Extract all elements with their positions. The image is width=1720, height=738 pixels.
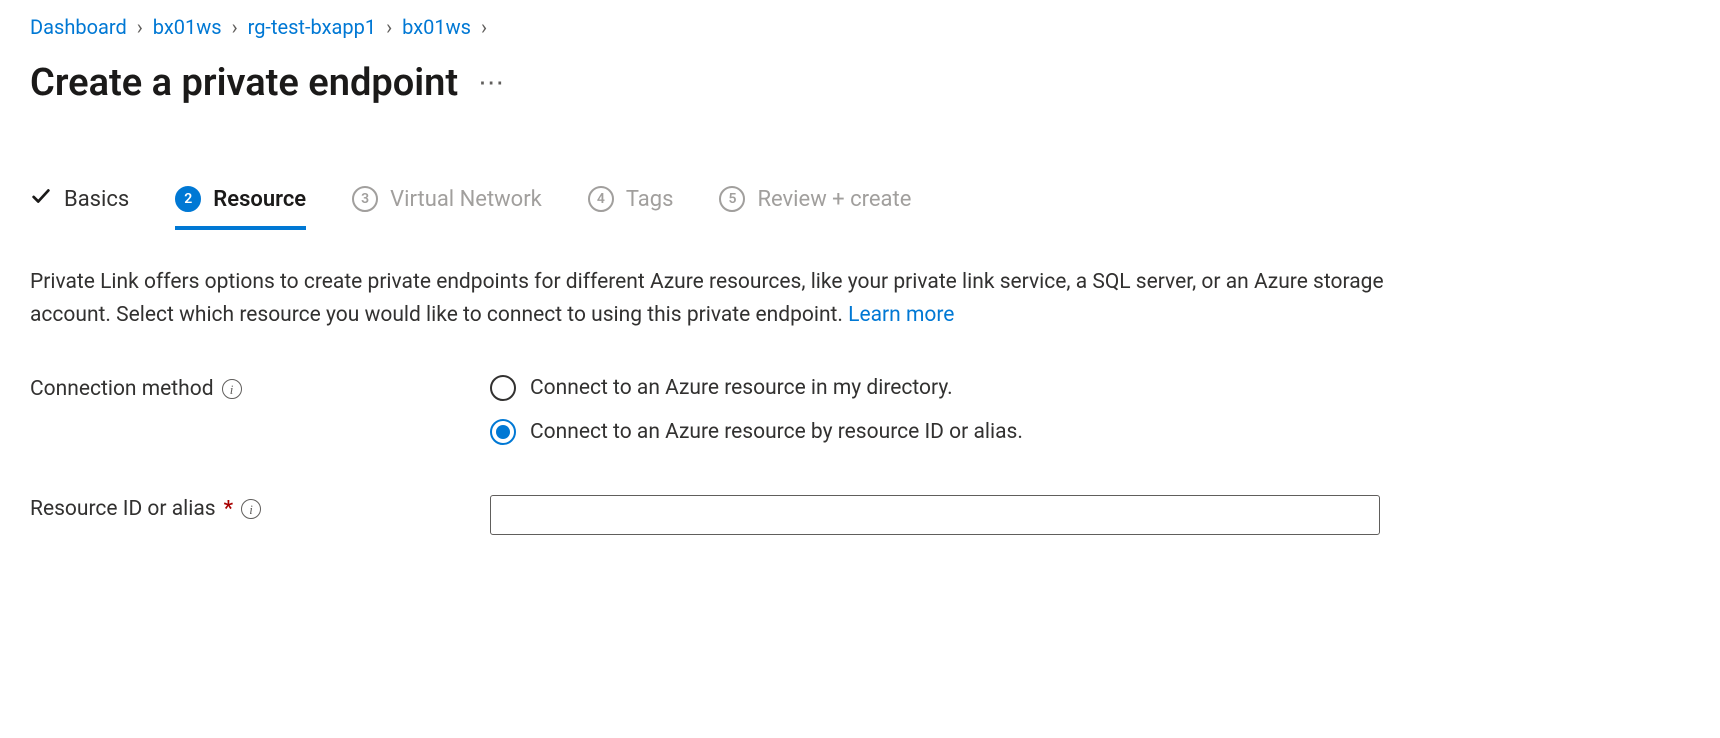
radio-icon-unselected [490, 375, 516, 401]
page-title: Create a private endpoint [30, 61, 458, 105]
chevron-right-icon: › [386, 15, 392, 39]
tab-tags[interactable]: 4 Tags [588, 186, 674, 230]
learn-more-link[interactable]: Learn more [848, 303, 954, 327]
step-badge: 2 [175, 186, 201, 212]
tab-review-create[interactable]: 5 Review + create [719, 186, 911, 230]
info-icon[interactable]: i [241, 499, 261, 519]
radio-connect-resource-id[interactable]: Connect to an Azure resource by resource… [490, 419, 1380, 445]
tab-basics[interactable]: Basics [30, 185, 129, 231]
info-icon[interactable]: i [222, 379, 242, 399]
tab-virtual-network[interactable]: 3 Virtual Network [352, 186, 542, 230]
description-text: Private Link offers options to create pr… [30, 270, 1384, 327]
step-badge: 5 [719, 186, 745, 212]
connection-method-radio-group: Connect to an Azure resource in my direc… [490, 375, 1380, 445]
step-badge: 3 [352, 186, 378, 212]
label-text: Connection method [30, 377, 214, 401]
form-row-resource-id: Resource ID or alias * i [30, 495, 1690, 535]
tab-label: Tags [626, 187, 674, 212]
radio-label: Connect to an Azure resource by resource… [530, 420, 1023, 444]
radio-label: Connect to an Azure resource in my direc… [530, 376, 953, 400]
breadcrumb-link-bx01ws-2[interactable]: bx01ws [402, 15, 471, 39]
chevron-right-icon: › [137, 15, 143, 39]
form-label-connection-method: Connection method i [30, 375, 490, 401]
form-label-resource-id: Resource ID or alias * i [30, 495, 490, 521]
breadcrumb-link-bx01ws-1[interactable]: bx01ws [153, 15, 222, 39]
page-header: Create a private endpoint ⋯ [30, 61, 1690, 105]
tab-label: Virtual Network [390, 187, 542, 212]
form-row-connection-method: Connection method i Connect to an Azure … [30, 375, 1690, 445]
check-icon [30, 185, 52, 213]
section-description: Private Link offers options to create pr… [30, 266, 1390, 331]
radio-dot-icon [496, 425, 510, 439]
radio-connect-directory[interactable]: Connect to an Azure resource in my direc… [490, 375, 1380, 401]
label-text: Resource ID or alias [30, 497, 216, 521]
step-badge: 4 [588, 186, 614, 212]
breadcrumb: Dashboard › bx01ws › rg-test-bxapp1 › bx… [30, 15, 1690, 39]
radio-icon-selected [490, 419, 516, 445]
tab-resource[interactable]: 2 Resource [175, 186, 306, 230]
tab-label: Resource [213, 187, 306, 212]
more-icon[interactable]: ⋯ [478, 70, 506, 96]
tab-label: Basics [64, 187, 129, 212]
required-indicator: * [224, 497, 233, 521]
breadcrumb-link-dashboard[interactable]: Dashboard [30, 15, 127, 39]
chevron-right-icon: › [481, 15, 487, 39]
tab-label: Review + create [757, 187, 911, 212]
wizard-tabs: Basics 2 Resource 3 Virtual Network 4 Ta… [30, 185, 1690, 232]
resource-id-input[interactable] [490, 495, 1380, 535]
chevron-right-icon: › [232, 15, 238, 39]
breadcrumb-link-rg[interactable]: rg-test-bxapp1 [248, 15, 376, 39]
